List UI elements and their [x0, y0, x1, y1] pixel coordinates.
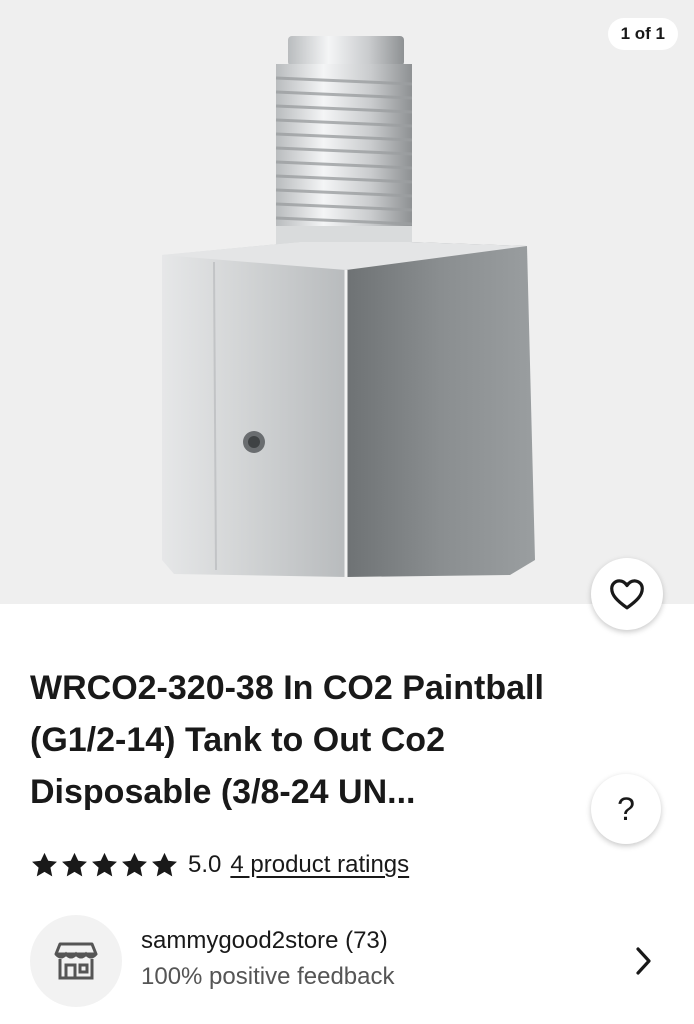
image-counter: 1 of 1 — [607, 18, 678, 50]
product-image[interactable] — [0, 0, 694, 604]
rating-value: 5.0 — [188, 851, 222, 878]
star-filled-icon — [152, 852, 177, 876]
heart-outline-icon — [610, 579, 644, 610]
product-ratings-link[interactable]: 4 product ratings — [230, 851, 409, 879]
star-filled-icon — [122, 852, 147, 876]
seller-card[interactable]: sammygood2store (73) 100% positive feedb… — [30, 915, 664, 1007]
star-filled-icon — [32, 852, 57, 876]
star-rating — [30, 851, 180, 880]
watchlist-button[interactable] — [591, 558, 663, 630]
star-filled-icon — [92, 852, 117, 876]
seller-name[interactable]: sammygood2store (73) — [141, 927, 388, 955]
product-rating: 5.0 4 product ratings — [30, 846, 409, 884]
store-icon — [54, 942, 98, 980]
product-image-gallery[interactable]: 1 of 1 — [0, 0, 694, 604]
seller-feedback: 100% positive feedback — [141, 963, 395, 990]
seller-avatar — [30, 915, 122, 1007]
listing-title: WRCO2-320-38 In CO2 Paintball (G1/2-14) … — [30, 669, 544, 811]
help-button[interactable]: ? — [591, 774, 661, 844]
chevron-right-icon[interactable] — [634, 945, 654, 977]
star-filled-icon — [62, 852, 87, 876]
